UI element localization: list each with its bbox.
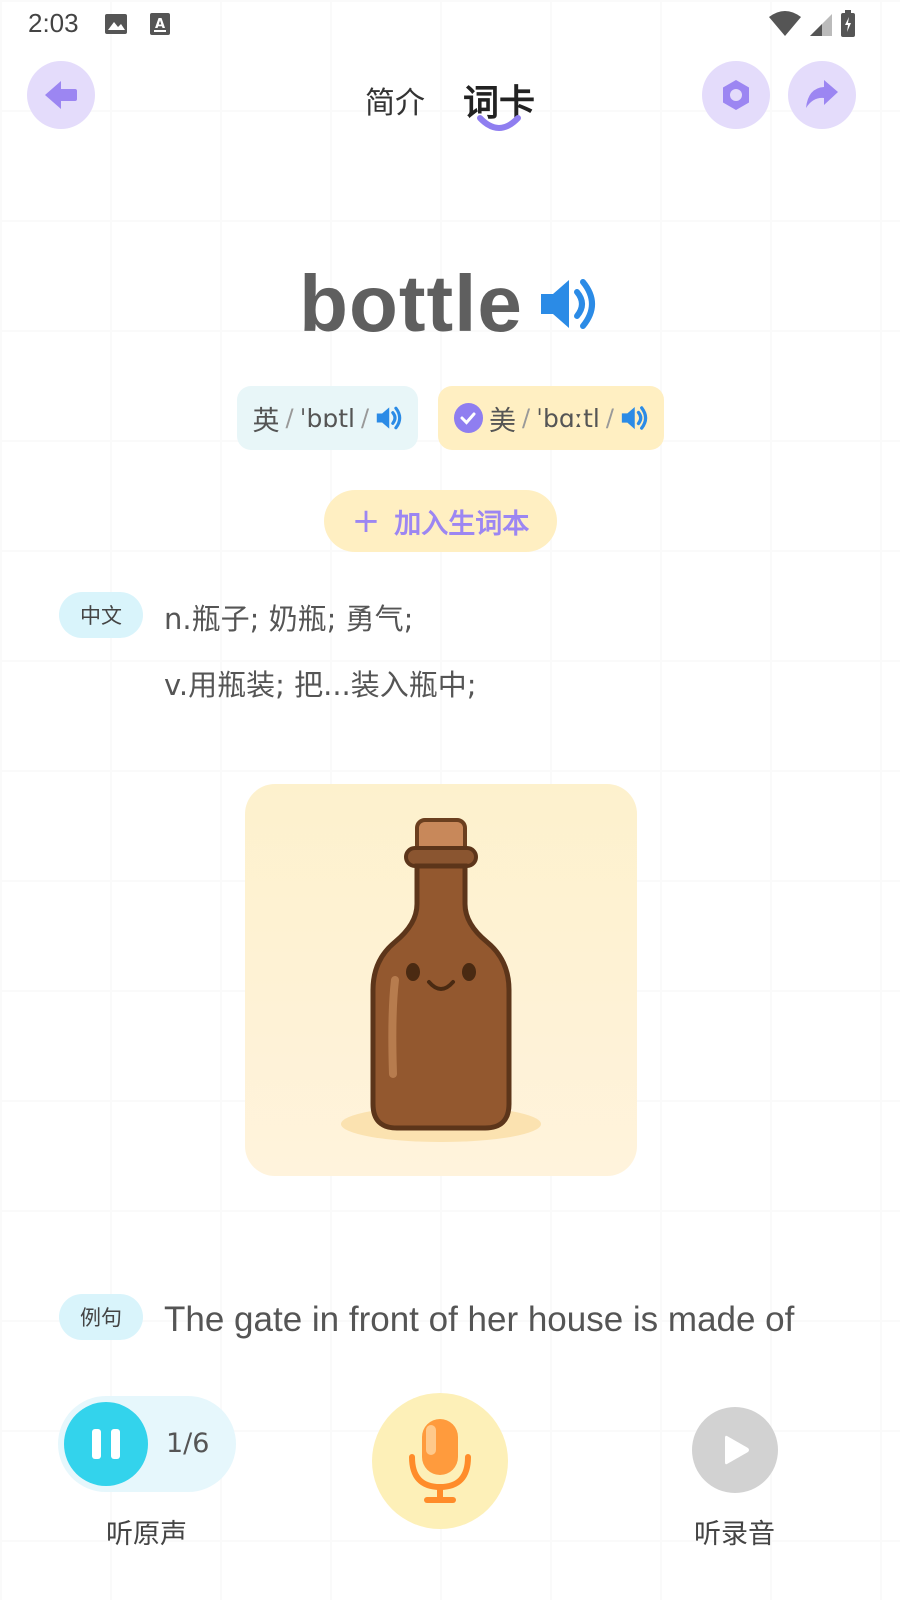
microphone-icon: [409, 1419, 471, 1503]
phonetic-slash: /: [360, 404, 370, 432]
record-button[interactable]: [372, 1393, 508, 1529]
listen-original-label: 听原声: [106, 1519, 187, 1550]
speaker-icon: [376, 406, 402, 430]
signal-icon: [810, 14, 832, 36]
speaker-icon[interactable]: [537, 272, 601, 336]
status-time: 2:03: [28, 8, 79, 38]
image-icon: [104, 12, 128, 36]
chinese-meaning-tag: 中文: [59, 592, 143, 638]
phonetic-row: 英 / ˈbɒtl / 美 / ˈbɑːtl /: [0, 386, 900, 450]
word-illustration: [245, 784, 637, 1176]
phonetic-slash: /: [605, 404, 614, 432]
share-button[interactable]: [788, 61, 856, 129]
keyboard-a-icon: A: [148, 12, 172, 36]
active-tab-indicator: [476, 115, 521, 131]
example-tag: 例句: [59, 1294, 143, 1340]
word-header: bottle: [0, 258, 900, 350]
hexagon-settings-icon: [723, 80, 749, 110]
speaker-icon: [621, 406, 648, 430]
word-text: bottle: [299, 259, 523, 348]
pause-icon: [111, 1429, 120, 1459]
settings-button[interactable]: [702, 61, 770, 129]
bottle-illustration: [341, 818, 541, 1142]
phonetic-region: 美: [489, 405, 516, 437]
definition-noun: n.瓶子; 奶瓶; 勇气;: [164, 602, 414, 636]
phonetic-slash: /: [522, 404, 531, 432]
phonetic-region: 英: [252, 405, 280, 437]
add-to-wordbook-button[interactable]: + 加入生词本: [324, 490, 557, 552]
phonetic-us[interactable]: 美 / ˈbɑːtl /: [437, 386, 664, 450]
play-icon: [725, 1435, 749, 1465]
pause-button[interactable]: [64, 1402, 148, 1486]
status-right-icons: [768, 10, 856, 38]
play-recording-button[interactable]: [692, 1407, 778, 1493]
definition-verb: v.用瓶装; 把...装入瓶中;: [164, 668, 477, 702]
phonetic-uk[interactable]: 英 / ˈbɒtl /: [236, 386, 418, 450]
phonetic-ipa: ˈbɒtl: [299, 403, 355, 433]
sentence-counter: 1/6: [166, 1428, 210, 1459]
example-sentence: The gate in front of her house is made o…: [164, 1300, 795, 1339]
listen-recording-label: 听录音: [694, 1519, 775, 1550]
phonetic-ipa: ˈbɑːtl: [536, 403, 600, 433]
battery-icon: [841, 10, 855, 37]
wifi-icon: [769, 11, 801, 36]
tab-intro[interactable]: 简介: [365, 78, 425, 126]
phonetic-slash: /: [285, 404, 294, 432]
share-arrow-icon: [806, 80, 838, 108]
tab-word-card[interactable]: 词卡: [463, 74, 535, 131]
add-to-wordbook-label: 加入生词本: [394, 508, 530, 540]
plus-icon: +: [351, 501, 381, 541]
pause-icon: [92, 1429, 101, 1459]
check-icon: [453, 403, 483, 433]
svg-text:A: A: [155, 17, 165, 32]
